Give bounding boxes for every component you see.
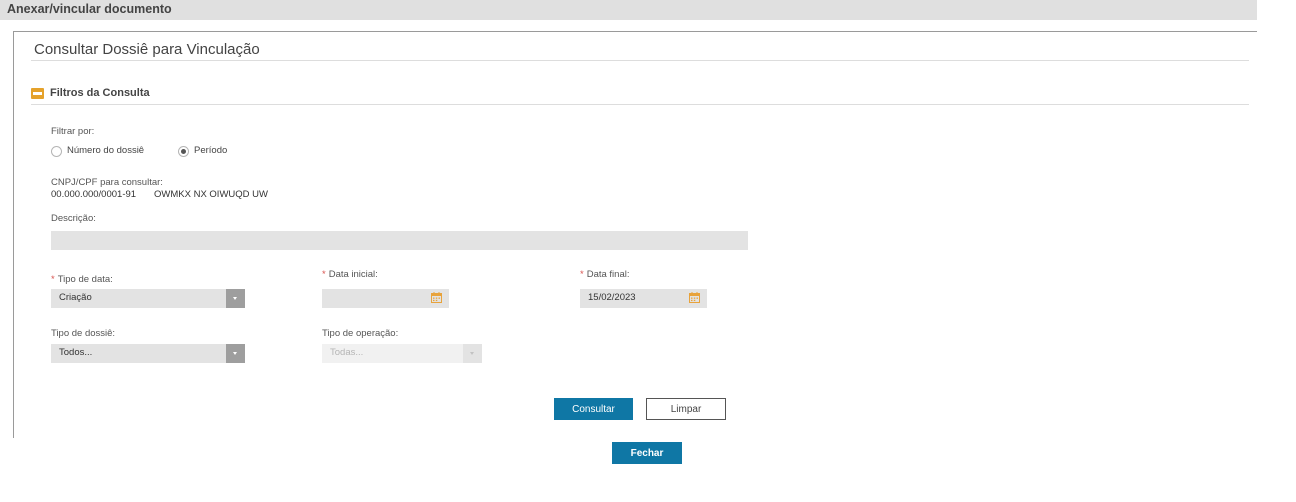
date-type-label: * Tipo de data:	[51, 274, 113, 285]
dossier-type-label: Tipo de dossiê:	[51, 328, 116, 339]
description-input[interactable]	[51, 231, 748, 250]
radio-period-label[interactable]: Período	[194, 145, 227, 156]
description-label: Descrição:	[51, 213, 96, 224]
required-mark: *	[580, 269, 584, 280]
chevron-down-icon[interactable]	[226, 289, 245, 308]
end-date-field[interactable]: 15/02/2023	[580, 289, 707, 308]
end-date-label-text: Data final:	[586, 269, 630, 280]
filter-by-label: Filtrar por:	[51, 126, 95, 137]
operation-type-value: Todas...	[330, 347, 364, 358]
clear-button[interactable]: Limpar	[646, 398, 726, 420]
cnpj-label: CNPJ/CPF para consultar:	[51, 177, 163, 188]
operation-type-select: Todas...	[322, 344, 482, 363]
chevron-down-icon[interactable]	[226, 344, 245, 363]
window-title-bar: Anexar/vincular documento	[0, 0, 1257, 20]
start-date-label: * Data inicial:	[322, 269, 378, 280]
dossier-type-value: Todos...	[59, 347, 93, 358]
required-mark: *	[51, 274, 55, 285]
calendar-icon[interactable]	[689, 292, 700, 303]
dossier-type-select[interactable]: Todos...	[51, 344, 245, 363]
end-date-value: 15/02/2023	[588, 292, 636, 303]
date-type-value: Criação	[59, 292, 92, 303]
title-divider	[31, 60, 1249, 61]
collapse-minus-icon[interactable]	[31, 88, 44, 99]
section-divider	[31, 104, 1249, 105]
radio-period[interactable]	[178, 146, 189, 157]
calendar-icon[interactable]	[431, 292, 442, 303]
window-title: Anexar/vincular documento	[7, 2, 172, 16]
cnpj-value: 00.000.000/0001-91	[51, 189, 137, 200]
required-mark: *	[322, 269, 326, 280]
end-date-label: * Data final:	[580, 269, 629, 280]
start-date-field[interactable]	[322, 289, 449, 308]
start-date-label-text: Data inicial:	[328, 269, 378, 280]
date-type-label-text: Tipo de data:	[57, 274, 113, 285]
date-type-select[interactable]: Criação	[51, 289, 245, 308]
operation-type-label: Tipo de operação:	[322, 328, 399, 339]
panel-title: Consultar Dossiê para Vinculação	[34, 41, 260, 58]
company-name: OWMKX NX OIWUQD UW	[154, 189, 268, 200]
radio-dossier-number[interactable]	[51, 146, 62, 157]
search-button[interactable]: Consultar	[554, 398, 633, 420]
chevron-down-icon	[463, 344, 482, 363]
filters-section-title: Filtros da Consulta	[50, 87, 150, 99]
radio-dossier-number-label[interactable]: Número do dossiê	[67, 145, 144, 156]
close-button[interactable]: Fechar	[612, 442, 682, 464]
